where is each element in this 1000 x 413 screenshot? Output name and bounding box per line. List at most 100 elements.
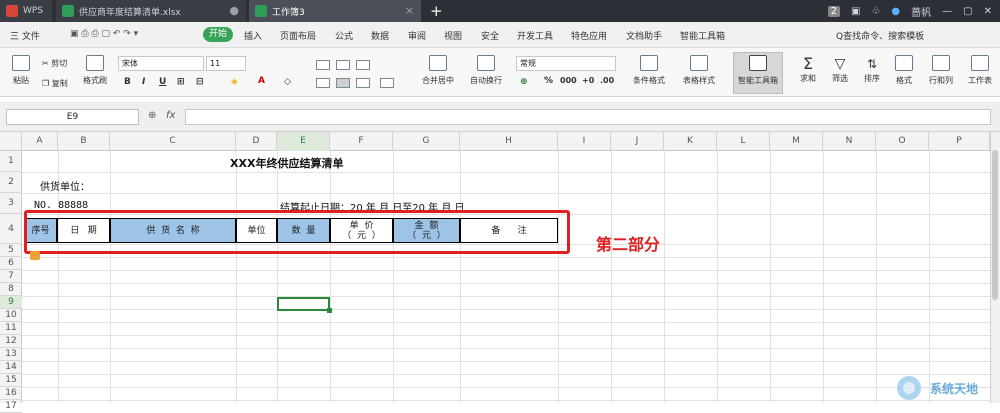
row-header[interactable]: 9 xyxy=(0,296,22,309)
comma-style-button[interactable]: 000 xyxy=(560,76,577,85)
close-window-icon[interactable]: ✕ xyxy=(984,6,992,17)
row-header[interactable]: 4 xyxy=(0,214,22,244)
percent-button[interactable]: % xyxy=(544,76,553,86)
row-header[interactable]: 8 xyxy=(0,283,22,296)
select-all-corner[interactable] xyxy=(0,132,22,151)
row-header[interactable]: 3 xyxy=(0,193,22,214)
user-avatar[interactable]: ● xyxy=(891,6,900,17)
align-bottom-icon[interactable] xyxy=(356,60,370,70)
font-color-button[interactable]: A xyxy=(258,76,265,86)
font-size-select[interactable]: 11 xyxy=(206,56,246,71)
row-header[interactable]: 10 xyxy=(0,309,22,322)
filter-button[interactable]: ▽ 筛选 xyxy=(826,55,854,84)
col-header[interactable]: C xyxy=(110,132,236,151)
increase-decimal-button[interactable]: +0 xyxy=(582,76,594,85)
menu-insert[interactable]: 插入 xyxy=(244,29,262,42)
menu-smart-toolbox[interactable]: 智能工具箱 xyxy=(680,29,725,42)
quick-access-icons[interactable]: ▣ ⎙ ⎙ ▢ ↶ ↷ ▾ xyxy=(70,29,138,39)
col-header[interactable]: I xyxy=(558,132,611,151)
copy-button[interactable]: ❐ 复制 xyxy=(42,78,68,89)
zoom-icon[interactable]: ⊕ xyxy=(148,110,156,121)
menu-security[interactable]: 安全 xyxy=(481,29,499,42)
col-header[interactable]: D xyxy=(236,132,277,151)
align-left-icon[interactable] xyxy=(316,78,330,88)
merge-center-button[interactable]: 合并居中 xyxy=(416,55,460,86)
tab-file-workbook3[interactable]: 工作簿3 × xyxy=(249,0,421,22)
font-name-select[interactable]: 宋体 xyxy=(118,56,204,71)
rows-columns-button[interactable]: 行和列 xyxy=(924,55,958,86)
number-format-select[interactable]: 常规 xyxy=(516,56,616,71)
menu-doc-assistant[interactable]: 文档助手 xyxy=(626,29,662,42)
menu-start[interactable]: 开始 xyxy=(203,27,233,42)
align-right-icon[interactable] xyxy=(356,78,370,88)
col-header[interactable]: K xyxy=(664,132,717,151)
align-center-icon[interactable] xyxy=(336,78,350,88)
fx-icon[interactable]: fx xyxy=(166,110,175,121)
sort-button[interactable]: ⇅ 排序 xyxy=(858,55,886,84)
selected-cell-e9[interactable] xyxy=(277,297,332,313)
col-header[interactable]: H xyxy=(460,132,558,151)
col-header[interactable]: L xyxy=(717,132,770,151)
italic-button[interactable]: I xyxy=(142,77,145,87)
currency-icon[interactable]: ⊕ xyxy=(520,77,528,87)
col-header[interactable]: E xyxy=(277,132,330,151)
table-style-button[interactable]: 表格样式 xyxy=(676,55,722,86)
justify-icon[interactable] xyxy=(380,78,394,88)
row-header[interactable]: 14 xyxy=(0,361,22,374)
paste-options-icon[interactable] xyxy=(30,251,40,260)
align-middle-icon[interactable] xyxy=(336,60,350,70)
search-commands[interactable]: Q查找命令、搜索模板 xyxy=(836,29,924,42)
close-tab-icon[interactable]: × xyxy=(405,4,414,17)
menu-file[interactable]: 三 文件 xyxy=(10,29,40,42)
row-header[interactable]: 16 xyxy=(0,387,22,400)
col-header[interactable]: G xyxy=(393,132,460,151)
worksheet-button[interactable]: 工作表 xyxy=(962,55,998,86)
col-header[interactable]: P xyxy=(929,132,990,151)
formula-input[interactable] xyxy=(185,109,991,125)
row-header[interactable]: 2 xyxy=(0,172,22,193)
menu-page-layout[interactable]: 页面布局 xyxy=(280,29,316,42)
cut-button[interactable]: ✂ 剪切 xyxy=(42,58,67,69)
row-header[interactable]: 1 xyxy=(0,151,22,172)
row-header[interactable]: 5 xyxy=(0,244,22,257)
tab-file-supplier[interactable]: 供应商年度结算清单.xlsx ● xyxy=(56,0,246,22)
tshirt-icon[interactable]: ♧ xyxy=(871,6,880,17)
col-header[interactable]: J xyxy=(611,132,664,151)
maximize-icon[interactable]: ▢ xyxy=(963,6,972,17)
new-tab-button[interactable]: + xyxy=(430,0,450,22)
bold-button[interactable]: B xyxy=(124,77,131,87)
col-header[interactable]: F xyxy=(330,132,393,151)
scroll-thumb[interactable] xyxy=(992,150,998,300)
col-header[interactable]: M xyxy=(770,132,823,151)
wrap-text-button[interactable]: 自动换行 xyxy=(466,55,506,86)
clear-icon[interactable]: ◇ xyxy=(284,77,291,87)
conditional-format-button[interactable]: 条件格式 xyxy=(626,55,672,86)
merge-cells-button[interactable]: ⊟ xyxy=(196,77,204,87)
border-button[interactable]: ⊞ xyxy=(177,77,185,87)
decrease-decimal-button[interactable]: .00 xyxy=(600,76,614,85)
close-tab-icon[interactable]: ● xyxy=(229,4,239,17)
col-header[interactable]: A xyxy=(22,132,58,151)
menu-formula[interactable]: 公式 xyxy=(335,29,353,42)
fill-handle[interactable] xyxy=(327,308,332,313)
paste-button[interactable]: 粘贴 xyxy=(8,55,34,86)
row-header[interactable]: 7 xyxy=(0,270,22,283)
menu-view[interactable]: 视图 xyxy=(444,29,462,42)
row-header[interactable]: 15 xyxy=(0,374,22,387)
row-header[interactable]: 11 xyxy=(0,322,22,335)
menu-review[interactable]: 审阅 xyxy=(408,29,426,42)
col-header[interactable]: N xyxy=(823,132,876,151)
badge-count[interactable]: 2 xyxy=(827,5,840,17)
format-painter-button[interactable]: 格式刷 xyxy=(80,55,110,86)
user-name[interactable]: 蔷帆 xyxy=(911,4,931,19)
fill-color-icon[interactable]: ◈ xyxy=(231,77,238,87)
skin-icon[interactable]: ▣ xyxy=(851,6,860,17)
minimize-icon[interactable]: — xyxy=(942,6,952,17)
cell-grid[interactable] xyxy=(22,151,990,403)
row-header[interactable]: 17 xyxy=(0,400,22,413)
row-header[interactable]: 6 xyxy=(0,257,22,270)
name-box[interactable]: E9 xyxy=(6,109,139,125)
sum-button[interactable]: Σ 求和 xyxy=(794,55,822,84)
row-header[interactable]: 12 xyxy=(0,335,22,348)
menu-developer[interactable]: 开发工具 xyxy=(517,29,553,42)
